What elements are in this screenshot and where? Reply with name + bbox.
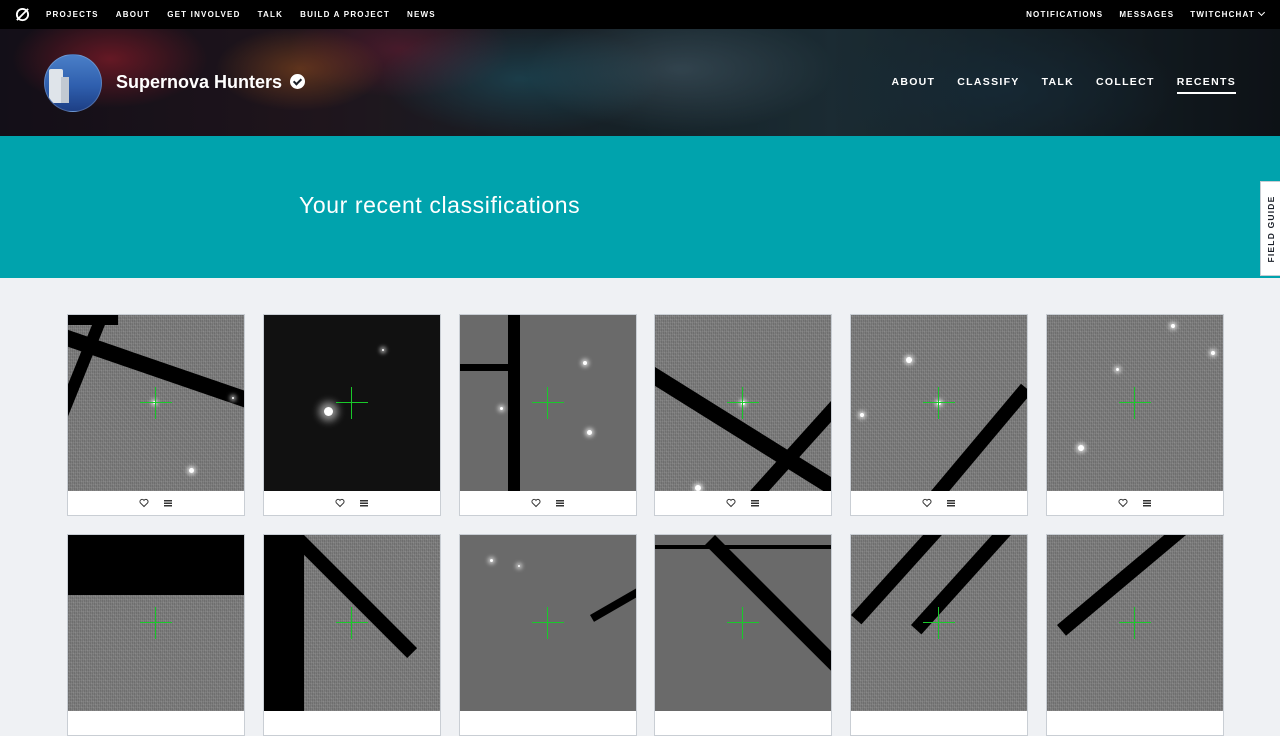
nav-build-a-project[interactable]: BUILD A PROJECT [300, 10, 390, 19]
page-title: Your recent classifications [299, 192, 581, 218]
recent-card [654, 534, 833, 736]
recent-card [850, 314, 1029, 516]
crosshair-marker [531, 387, 564, 419]
recent-card [458, 314, 637, 516]
recent-card [67, 534, 245, 736]
nav-talk[interactable]: TALK [258, 10, 284, 19]
top-navigation: PROJECTS ABOUT GET INVOLVED TALK BUILD A… [0, 0, 1280, 29]
tab-recents[interactable]: RECENTS [1176, 76, 1236, 94]
heart-icon[interactable] [922, 498, 932, 508]
nav-notifications[interactable]: NOTIFICATIONS [1026, 10, 1103, 19]
project-avatar[interactable] [44, 54, 102, 112]
tab-collect[interactable]: COLLECT [1096, 76, 1155, 94]
tab-talk[interactable]: TALK [1042, 76, 1074, 94]
heart-icon[interactable] [139, 498, 149, 508]
verified-check-icon [290, 74, 305, 89]
project-title[interactable]: Supernova Hunters [116, 72, 282, 93]
nav-get-involved[interactable]: GET INVOLVED [167, 10, 240, 19]
subject-thumbnail[interactable] [263, 535, 440, 711]
recent-card [850, 534, 1029, 736]
user-name: TWITCHCHAT [1190, 10, 1255, 19]
crosshair-marker [140, 387, 172, 419]
recents-grid [67, 314, 1224, 736]
nav-about[interactable]: ABOUT [116, 10, 150, 19]
list-icon[interactable] [359, 498, 369, 508]
recent-card [67, 314, 245, 516]
tab-about[interactable]: ABOUT [891, 76, 935, 94]
field-guide-tab[interactable]: FIELD GUIDE [1260, 181, 1280, 276]
recent-card [1045, 314, 1224, 516]
recent-card [262, 314, 441, 516]
heart-icon[interactable] [531, 498, 541, 508]
recent-card [1045, 534, 1224, 736]
nav-projects[interactable]: PROJECTS [46, 10, 99, 19]
subject-thumbnail[interactable] [1046, 315, 1223, 491]
crosshair-marker [727, 387, 760, 419]
heart-icon[interactable] [335, 498, 345, 508]
recent-card [458, 534, 637, 736]
recent-card [262, 534, 441, 736]
nav-messages[interactable]: MESSAGES [1119, 10, 1174, 19]
subject-thumbnail[interactable] [655, 315, 832, 491]
subject-thumbnail[interactable] [68, 535, 244, 711]
subject-thumbnail[interactable] [68, 315, 244, 491]
zooniverse-logo-icon[interactable] [15, 7, 30, 22]
subject-thumbnail[interactable] [851, 535, 1028, 711]
heart-icon[interactable] [726, 498, 736, 508]
nav-news[interactable]: NEWS [407, 10, 436, 19]
chevron-down-icon [1257, 8, 1266, 17]
list-icon[interactable] [750, 498, 760, 508]
crosshair-marker [1118, 387, 1151, 419]
subject-thumbnail[interactable] [1046, 535, 1223, 711]
page-banner: Your recent classifications [0, 136, 1280, 278]
list-icon[interactable] [555, 498, 565, 508]
crosshair-marker [923, 387, 956, 419]
subject-thumbnail[interactable] [459, 315, 636, 491]
user-menu[interactable]: TWITCHCHAT [1190, 8, 1266, 19]
tab-classify[interactable]: CLASSIFY [957, 76, 1019, 94]
recent-card [654, 314, 833, 516]
field-guide-label: FIELD GUIDE [1265, 194, 1276, 263]
subject-thumbnail[interactable] [459, 535, 636, 711]
list-icon[interactable] [163, 498, 173, 508]
subject-thumbnail[interactable] [851, 315, 1028, 491]
project-tabs: ABOUT CLASSIFY TALK COLLECT RECENTS [891, 76, 1236, 94]
list-icon[interactable] [946, 498, 956, 508]
subject-thumbnail[interactable] [655, 535, 832, 711]
crosshair-marker [335, 387, 368, 419]
subject-thumbnail[interactable] [263, 315, 440, 491]
project-header: Supernova Hunters ABOUT CLASSIFY TALK CO… [0, 29, 1280, 136]
heart-icon[interactable] [1118, 498, 1128, 508]
list-icon[interactable] [1142, 498, 1152, 508]
